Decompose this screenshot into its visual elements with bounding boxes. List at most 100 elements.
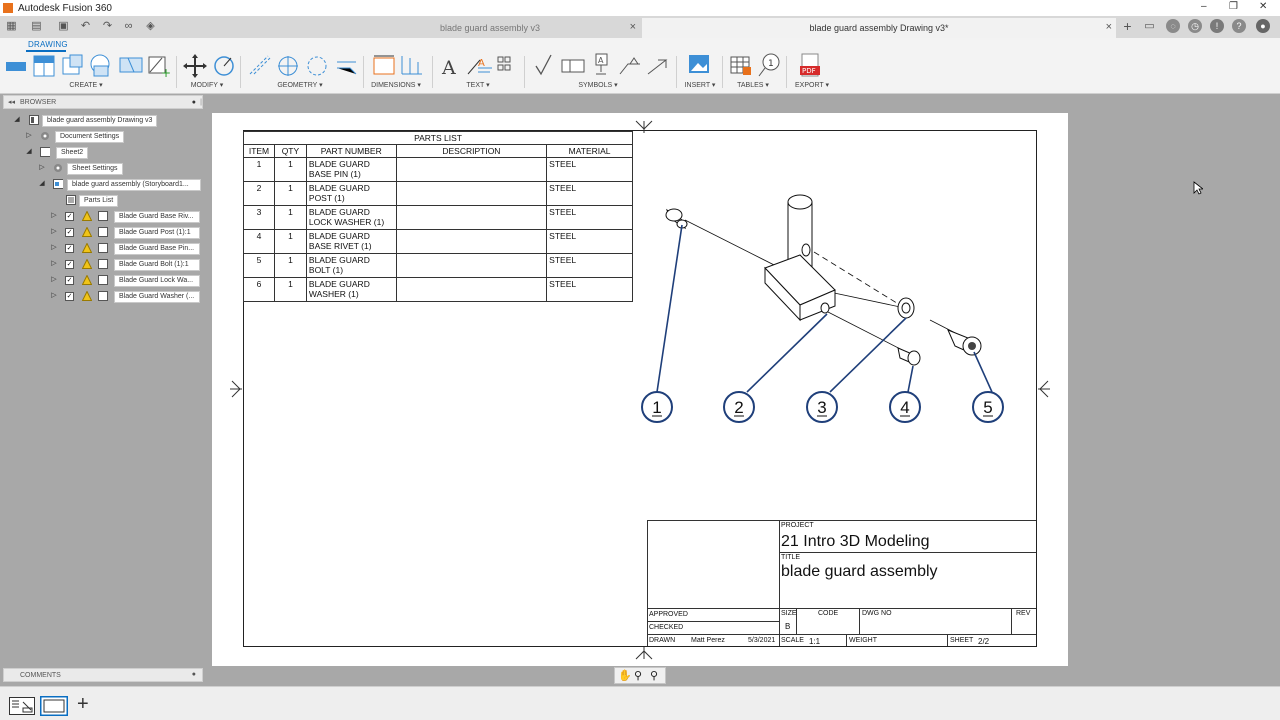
undo-icon[interactable]: ↶: [79, 20, 92, 33]
visibility-checkbox[interactable]: ✓: [65, 228, 74, 237]
geometry-menu[interactable]: GEOMETRY ▾: [274, 81, 326, 89]
section-view-icon[interactable]: [62, 54, 83, 75]
browser-root-node[interactable]: blade guard assembly Drawing v3: [42, 115, 158, 127]
browser-view-node[interactable]: blade guard assembly (Storyboard1...: [67, 179, 201, 191]
expand-component-icon[interactable]: ▷: [50, 276, 58, 284]
tb-line: [779, 520, 780, 646]
break-view-icon[interactable]: [119, 57, 143, 73]
minimize-button[interactable]: –: [1201, 1, 1207, 12]
close-window-button[interactable]: ✕: [1259, 1, 1267, 12]
checked-label: CHECKED: [649, 624, 684, 631]
grid-menu-icon[interactable]: ▦: [5, 20, 18, 33]
tb-line: [859, 608, 860, 634]
tab-blade-guard-drawing[interactable]: blade guard assembly Drawing v3* ×: [642, 18, 1116, 38]
parts-list-icon: [66, 195, 76, 205]
insert-menu[interactable]: INSERT ▾: [680, 81, 720, 89]
visibility-checkbox[interactable]: ✓: [65, 292, 74, 301]
welding-symbol-icon[interactable]: [619, 57, 640, 75]
feature-control-frame-icon[interactable]: [561, 59, 585, 73]
export-menu[interactable]: EXPORT ▾: [790, 81, 834, 89]
center-mark-icon[interactable]: [278, 56, 298, 76]
modify-menu[interactable]: MODIFY ▾: [187, 81, 227, 89]
leader-text-icon[interactable]: A: [467, 58, 492, 75]
expand-component-icon[interactable]: ▷: [50, 292, 58, 300]
text-icon[interactable]: A: [441, 57, 456, 79]
job-clock-icon[interactable]: ◷: [1188, 19, 1202, 33]
expand-document-settings-icon[interactable]: ▷: [25, 132, 33, 140]
help-icon[interactable]: ?: [1232, 19, 1246, 33]
taper-slope-icon[interactable]: [647, 59, 668, 75]
close-tab-icon[interactable]: ×: [1106, 21, 1112, 33]
browser-parts-list[interactable]: Parts List: [79, 195, 119, 207]
base-view-icon[interactable]: [6, 62, 26, 71]
visibility-checkbox[interactable]: ✓: [65, 244, 74, 253]
zoom-window-icon[interactable]: ⚲: [650, 669, 658, 682]
datum-identifier-icon[interactable]: A: [595, 53, 608, 75]
dimensions-menu[interactable]: DIMENSIONS ▾: [368, 81, 424, 89]
component-warning-icon: [82, 227, 92, 237]
pdf-export-icon[interactable]: PDF: [800, 53, 820, 77]
detail-view-icon[interactable]: [90, 54, 110, 77]
zoom-icon[interactable]: ⚲: [634, 669, 642, 682]
centerline-icon[interactable]: [249, 55, 271, 75]
expand-component-icon[interactable]: ▷: [50, 212, 58, 220]
browser-header[interactable]: ◂◂ BROWSER ● |: [3, 95, 203, 109]
center-mark-pattern-icon[interactable]: [307, 56, 327, 76]
tables-menu[interactable]: TABLES ▾: [733, 81, 773, 89]
maximize-button[interactable]: ❐: [1229, 1, 1238, 12]
add-sheet-icon[interactable]: +: [77, 693, 89, 716]
visibility-checkbox[interactable]: ✓: [65, 276, 74, 285]
file-menu-icon[interactable]: ▤: [30, 20, 43, 33]
sheet-2-thumbnail[interactable]: [40, 696, 68, 716]
move-icon[interactable]: [183, 54, 207, 78]
extensions-icon[interactable]: ◌: [1166, 19, 1180, 33]
collapse-sheet-icon[interactable]: ◢: [25, 148, 33, 156]
comments-label: COMMENTS: [20, 672, 61, 679]
collapse-panel-icon[interactable]: ◂◂: [8, 98, 15, 106]
browser-sheet-settings[interactable]: Sheet Settings: [67, 163, 123, 175]
baseline-dimension-icon[interactable]: [497, 56, 511, 71]
panel-splitter-icon[interactable]: |: [200, 99, 202, 106]
job-status-icon[interactable]: ◈: [144, 20, 157, 33]
chat-icon[interactable]: ▭: [1143, 20, 1156, 33]
expand-component-icon[interactable]: ▷: [50, 260, 58, 268]
component-label: Blade Guard Washer (...: [114, 291, 200, 303]
collapse-root-icon[interactable]: ◢: [13, 116, 21, 124]
browser-sheet-node[interactable]: Sheet2: [56, 147, 89, 159]
insert-image-icon[interactable]: [689, 55, 709, 73]
tab-blade-guard-assembly[interactable]: blade guard assembly v3 ×: [340, 18, 640, 38]
pin-icon[interactable]: ●: [192, 99, 196, 106]
ordinate-dimension-icon[interactable]: [401, 56, 422, 75]
sheet-1-thumbnail[interactable]: [9, 697, 35, 715]
redo-icon[interactable]: ↷: [101, 20, 114, 33]
visibility-checkbox[interactable]: ✓: [65, 212, 74, 221]
create-menu[interactable]: CREATE ▾: [66, 81, 106, 89]
tb-line: [647, 520, 1036, 521]
pan-icon[interactable]: ✋: [618, 669, 632, 682]
new-tab-icon[interactable]: +: [1121, 19, 1134, 33]
save-icon[interactable]: ▣: [57, 20, 70, 33]
browser-document-settings[interactable]: Document Settings: [55, 131, 125, 143]
sheet-settings-label: Sheet Settings: [67, 163, 123, 175]
notifications-icon[interactable]: !: [1210, 19, 1224, 33]
visibility-checkbox[interactable]: ✓: [65, 260, 74, 269]
close-tab-icon[interactable]: ×: [630, 21, 636, 33]
collapse-view-icon[interactable]: ◢: [38, 180, 46, 188]
table-icon[interactable]: [730, 56, 751, 75]
symbols-menu[interactable]: SYMBOLS ▾: [572, 81, 624, 89]
user-avatar[interactable]: ●: [1256, 19, 1270, 33]
balloon-icon[interactable]: 1: [758, 53, 780, 77]
dimension-icon[interactable]: [373, 55, 395, 75]
edge-extension-icon[interactable]: [337, 61, 357, 75]
pin-icon[interactable]: ●: [192, 671, 196, 678]
rotate-icon[interactable]: [214, 56, 234, 76]
projected-view-icon[interactable]: [33, 55, 55, 77]
text-menu[interactable]: TEXT ▾: [460, 81, 496, 89]
sketch-create-icon[interactable]: +: [148, 56, 171, 80]
expand-component-icon[interactable]: ▷: [50, 244, 58, 252]
expand-component-icon[interactable]: ▷: [50, 228, 58, 236]
surface-texture-icon[interactable]: [535, 54, 552, 76]
comments-panel[interactable]: COMMENTS ●: [3, 668, 203, 682]
link-icon[interactable]: ∞: [122, 20, 135, 33]
expand-sheet-settings-icon[interactable]: ▷: [38, 164, 46, 172]
